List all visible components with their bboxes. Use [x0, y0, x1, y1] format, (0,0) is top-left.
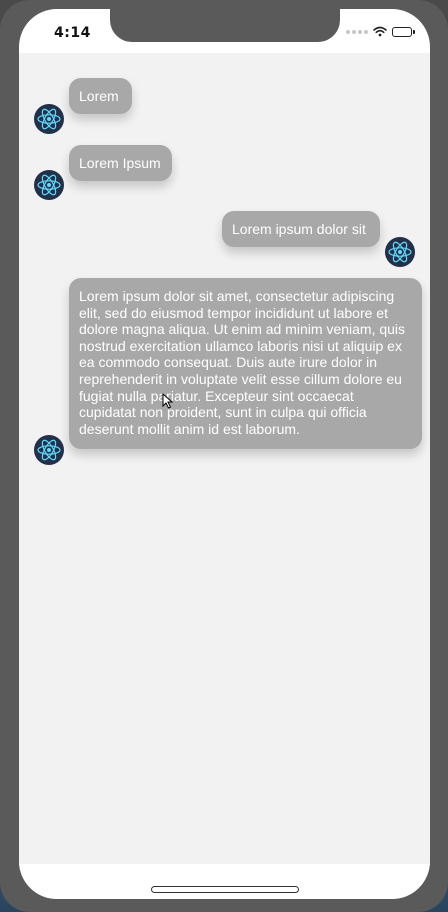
- message-text: Lorem: [79, 88, 119, 104]
- avatar: [34, 435, 64, 465]
- message-text: Lorem ipsum dolor sit amet, consectetur …: [79, 288, 406, 437]
- message-bubble[interactable]: Lorem ipsum dolor sit amet, consectetur …: [69, 278, 422, 449]
- wifi-icon: [373, 26, 387, 37]
- message-text: Lorem ipsum dolor sit: [232, 221, 366, 237]
- react-atom-icon: [37, 108, 61, 130]
- react-atom-icon: [37, 174, 61, 196]
- react-atom-icon: [388, 241, 412, 263]
- home-indicator[interactable]: [151, 886, 299, 893]
- signal-icon: [346, 29, 368, 34]
- phone-screen: 4:14 Lorem Lorem Ipsum Lorem ipsum dolor…: [19, 9, 430, 899]
- status-time: 4:14: [54, 25, 91, 41]
- mouse-cursor-icon: [162, 393, 174, 409]
- status-icons: [346, 26, 415, 37]
- message-text: Lorem Ipsum: [79, 155, 161, 171]
- message-bubble[interactable]: Lorem ipsum dolor sit: [222, 211, 380, 247]
- battery-icon: [392, 26, 415, 37]
- bottom-safe-area: [19, 864, 430, 899]
- message-bubble[interactable]: Lorem Ipsum: [69, 145, 172, 181]
- chat-area[interactable]: Lorem Lorem Ipsum Lorem ipsum dolor sit …: [19, 53, 430, 864]
- avatar: [34, 170, 64, 200]
- avatar: [385, 237, 415, 267]
- notch: [110, 9, 340, 42]
- react-atom-icon: [37, 439, 61, 461]
- message-bubble[interactable]: Lorem: [69, 78, 132, 114]
- avatar: [34, 104, 64, 134]
